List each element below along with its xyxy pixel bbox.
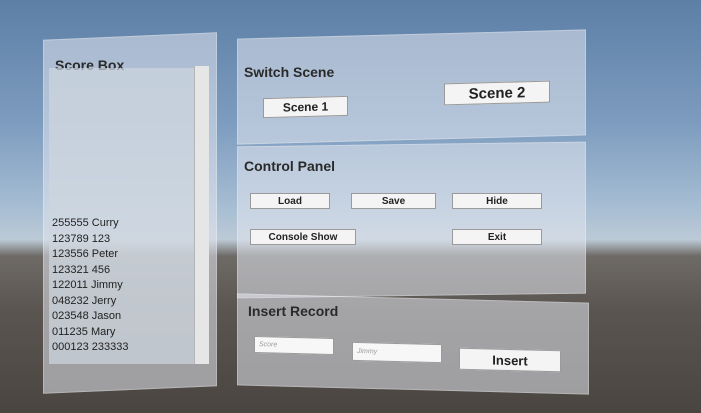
score-input[interactable]: Score <box>254 335 334 356</box>
switch-scene-title: Switch Scene <box>244 64 335 80</box>
score-record: 255555 Curry <box>52 217 119 229</box>
console-show-button[interactable]: Console Show <box>250 229 356 245</box>
score-record: 123789 123 <box>52 232 111 245</box>
name-input[interactable]: Jimmy <box>352 341 442 364</box>
scene-1-button[interactable]: Scene 1 <box>263 95 348 119</box>
save-button[interactable]: Save <box>351 193 436 209</box>
insert-record-title: Insert Record <box>248 303 339 319</box>
score-record: 123556 Peter <box>52 248 119 260</box>
score-record: 000123 233333 <box>52 341 129 353</box>
score-record: 123321 456 <box>52 263 111 276</box>
score-record: 011235 Mary <box>52 325 116 338</box>
score-list-scrollbar[interactable] <box>194 66 209 364</box>
score-record: 048232 Jerry <box>52 294 117 307</box>
hide-button[interactable]: Hide <box>452 193 542 209</box>
score-record: 023548 Jason <box>52 310 122 322</box>
load-button[interactable]: Load <box>250 193 330 209</box>
exit-button[interactable]: Exit <box>452 229 542 245</box>
control-panel-title: Control Panel <box>244 158 336 174</box>
scene-2-button[interactable]: Scene 2 <box>444 80 550 106</box>
score-record: 122011 Jimmy <box>52 279 123 291</box>
insert-button[interactable]: Insert <box>459 347 561 373</box>
score-list: 255555 Curry 123789 123 123556 Peter 123… <box>52 216 192 356</box>
